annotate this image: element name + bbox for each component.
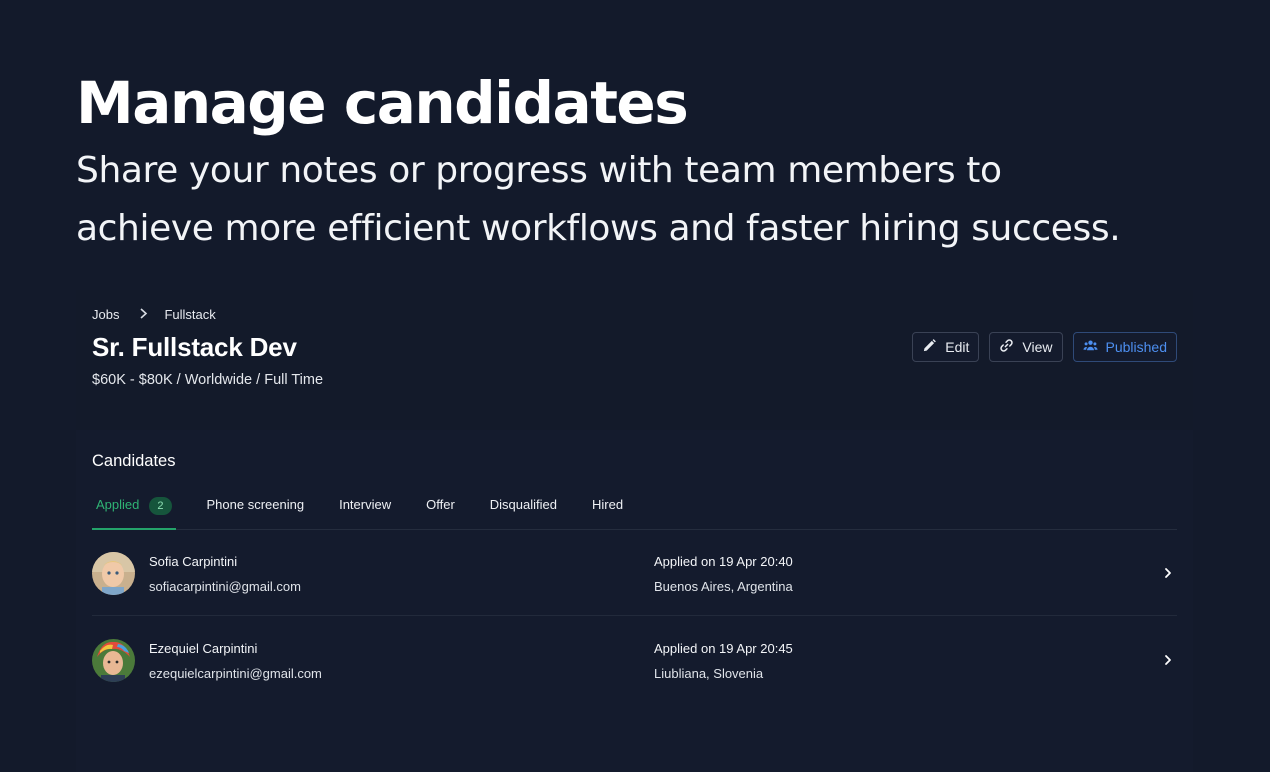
tab-interview[interactable]: Interview	[339, 494, 391, 530]
view-button[interactable]: View	[989, 332, 1063, 362]
published-label: Published	[1105, 339, 1168, 355]
candidate-row[interactable]: Ezequiel Carpintini ezequielcarpintini@g…	[92, 617, 1177, 703]
candidate-name[interactable]: Ezequiel Carpintini	[149, 641, 257, 656]
breadcrumb-jobs[interactable]: Jobs	[92, 307, 119, 322]
breadcrumb: Jobs Fullstack	[92, 306, 216, 322]
tab-offer[interactable]: Offer	[426, 494, 455, 530]
avatar	[92, 639, 135, 682]
tab-applied[interactable]: Applied 2	[92, 494, 176, 530]
tab-hired[interactable]: Hired	[592, 494, 623, 530]
view-label: View	[1022, 339, 1053, 355]
hero-subtitle: Share your notes or progress with team m…	[76, 142, 1246, 258]
chevron-right-icon[interactable]	[1161, 566, 1175, 580]
job-actions: Edit View Published	[912, 332, 1177, 362]
candidate-email: sofiacarpintini@gmail.com	[149, 579, 301, 594]
tab-phone-screening[interactable]: Phone screening	[207, 494, 305, 530]
avatar	[92, 552, 135, 595]
candidate-applied-date: Applied on 19 Apr 20:40	[654, 554, 793, 569]
hero-subtitle-line1: Share your notes or progress with team m…	[76, 150, 1002, 191]
candidates-section: Candidates Applied 2 Phone screening Int…	[76, 432, 1193, 772]
candidate-applied-date: Applied on 19 Apr 20:45	[654, 641, 793, 656]
chevron-right-icon[interactable]	[1161, 653, 1175, 667]
job-header: Jobs Fullstack Sr. Fullstack Dev $60K - …	[76, 290, 1193, 430]
tab-disqualified[interactable]: Disqualified	[490, 494, 557, 530]
hero-subtitle-line2: achieve more efficient workflows and fas…	[76, 208, 1121, 249]
job-meta: $60K - $80K / Worldwide / Full Time	[92, 372, 324, 388]
hero-title: Manage candidates	[76, 69, 689, 137]
candidate-email: ezequielcarpintini@gmail.com	[149, 666, 322, 681]
candidate-row[interactable]: Sofia Carpintini sofiacarpintini@gmail.c…	[92, 530, 1177, 616]
tab-applied-label: Applied	[96, 497, 140, 512]
candidate-name[interactable]: Sofia Carpintini	[149, 554, 237, 569]
pencil-icon	[922, 338, 937, 356]
link-icon	[999, 338, 1014, 356]
candidate-location: Liubliana, Slovenia	[654, 666, 764, 681]
candidate-location: Buenos Aires, Argentina	[654, 579, 793, 594]
edit-label: Edit	[945, 339, 970, 355]
job-title: Sr. Fullstack Dev	[92, 332, 297, 362]
users-icon	[1082, 338, 1098, 356]
chevron-right-icon	[139, 306, 148, 322]
candidate-stage-tabs: Applied 2 Phone screening Interview Offe…	[92, 494, 1177, 530]
hero: Manage candidates Share your notes or pr…	[76, 66, 1246, 258]
candidates-title: Candidates	[92, 452, 176, 470]
row-divider	[92, 615, 1177, 616]
job-panel: Jobs Fullstack Sr. Fullstack Dev $60K - …	[76, 290, 1193, 772]
edit-button[interactable]: Edit	[912, 332, 980, 362]
tab-applied-count-badge: 2	[149, 497, 172, 515]
breadcrumb-fullstack[interactable]: Fullstack	[164, 307, 215, 322]
published-button[interactable]: Published	[1072, 332, 1177, 362]
